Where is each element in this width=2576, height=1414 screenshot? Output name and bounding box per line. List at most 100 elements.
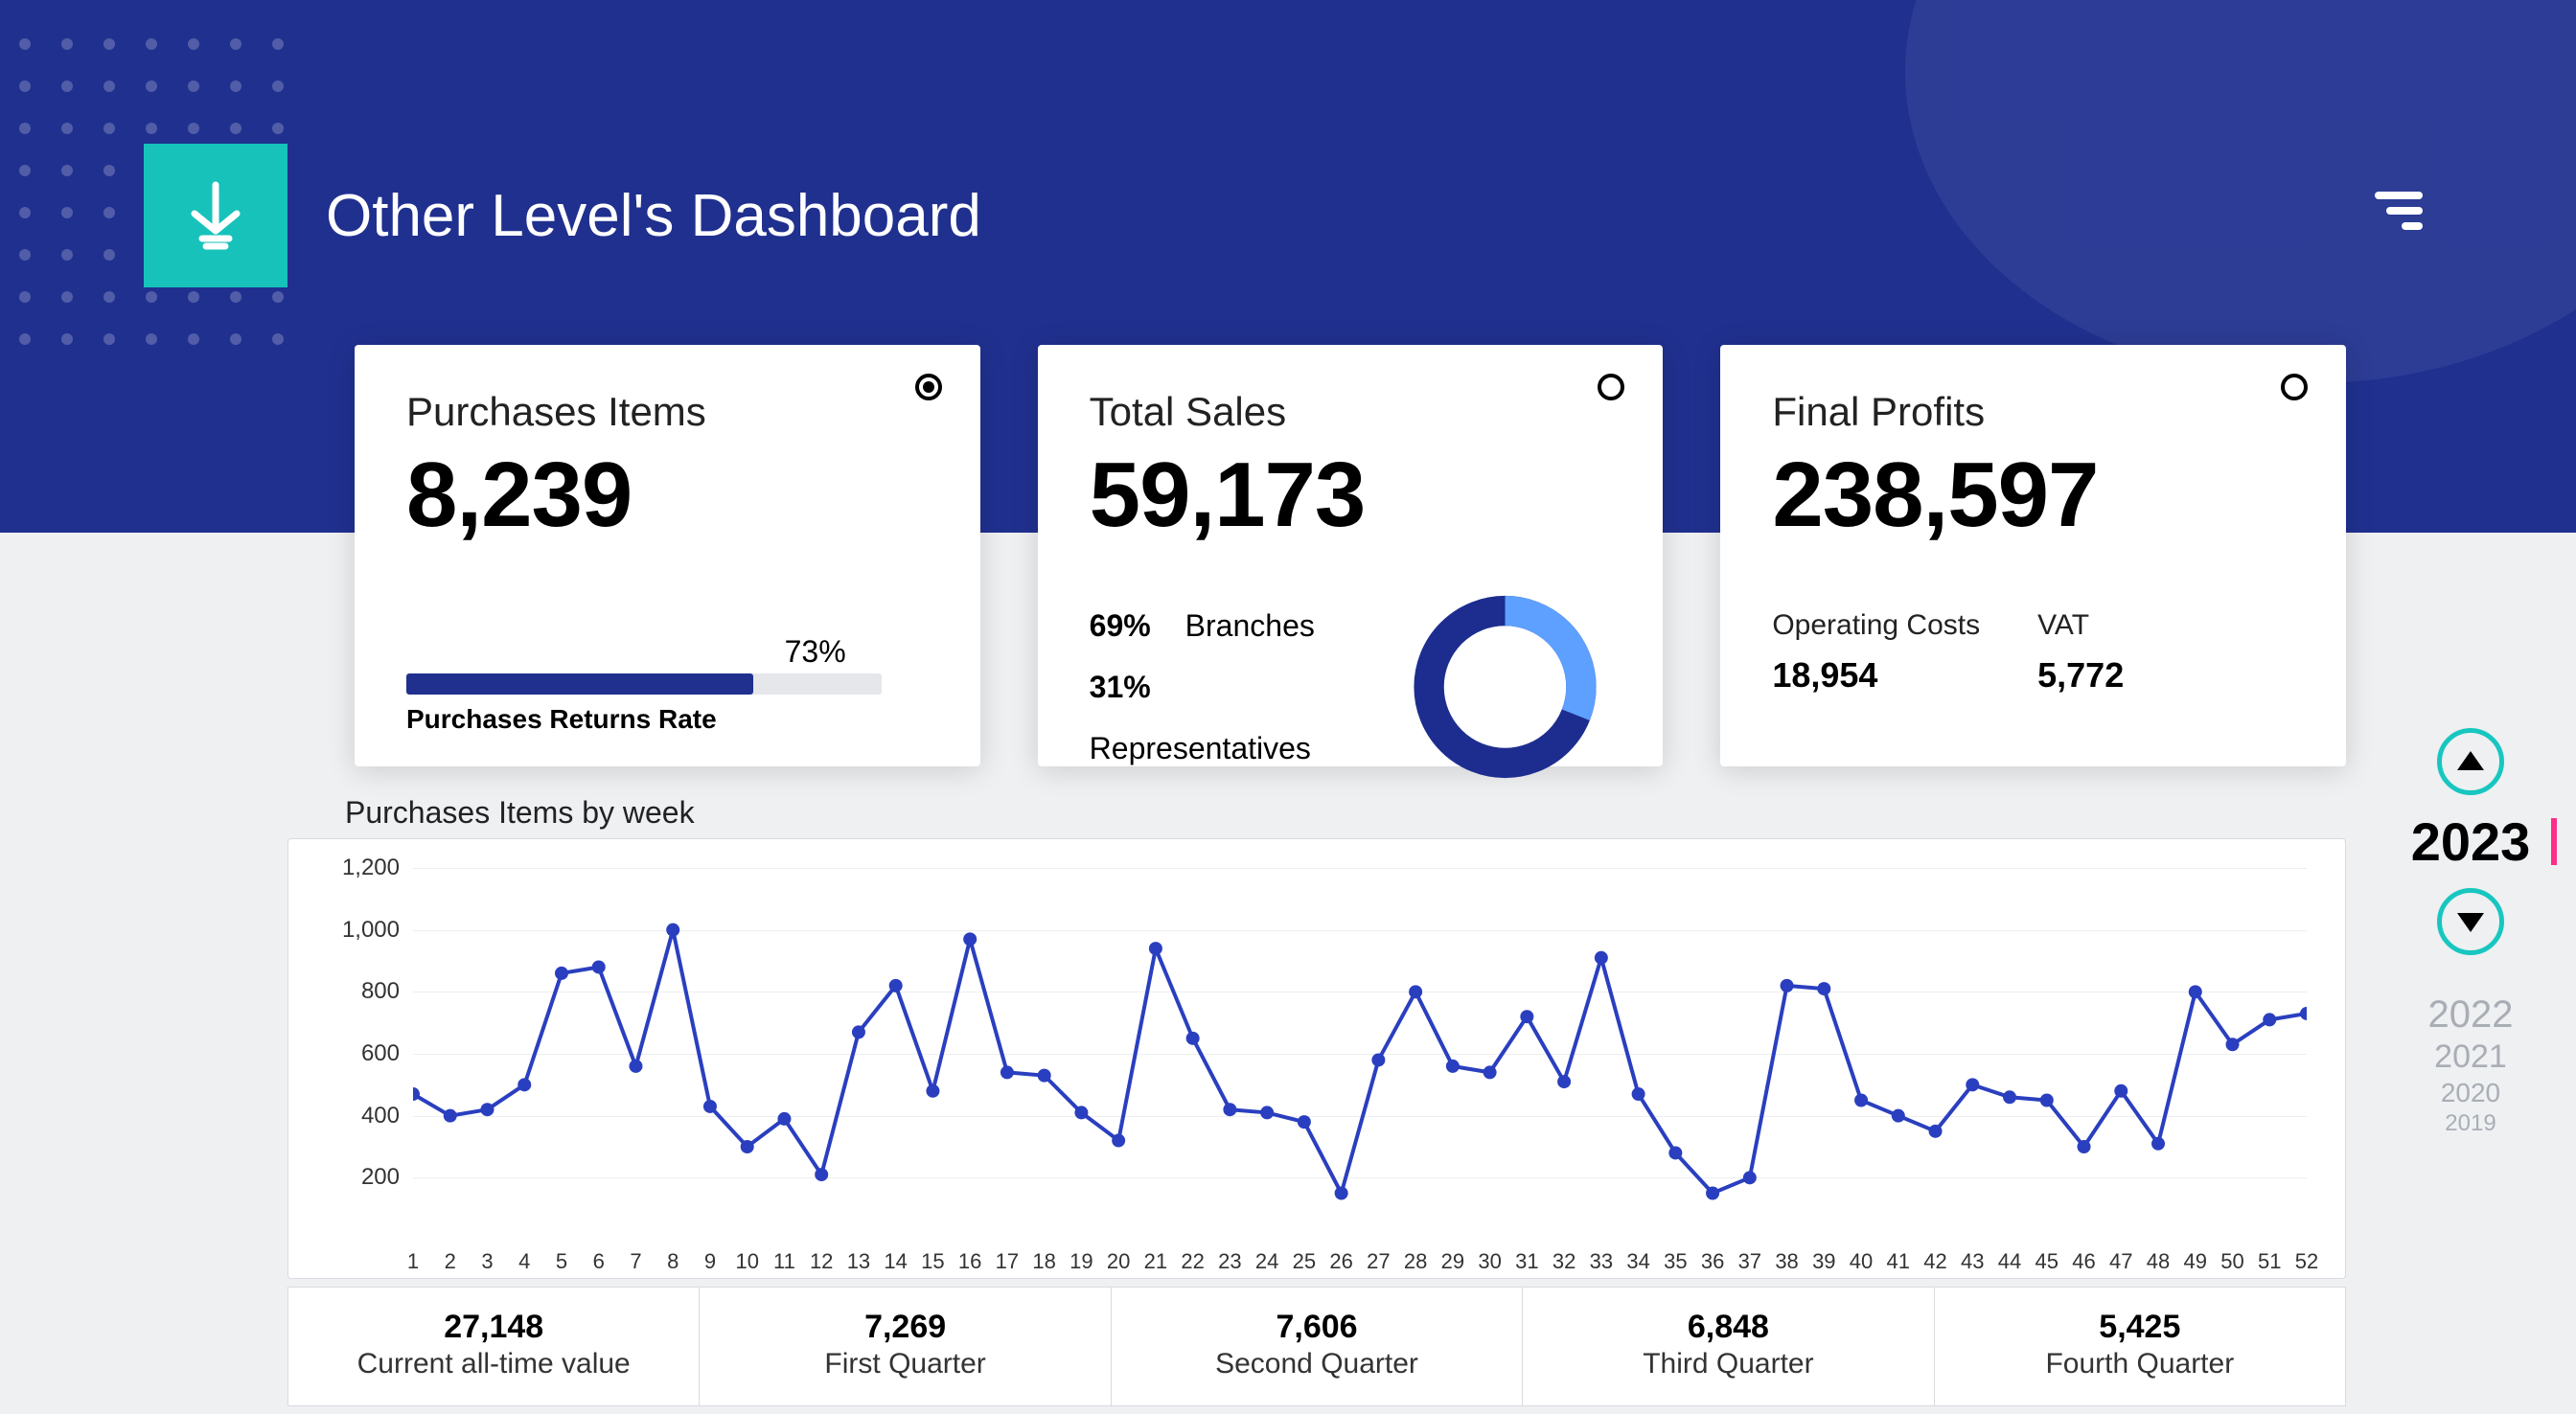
xtick-label: 1 <box>394 1249 432 1274</box>
xtick-label: 2 <box>431 1249 470 1274</box>
header: Other Level's Dashboard <box>144 144 981 287</box>
xtick-label: 11 <box>765 1249 803 1274</box>
xtick-label: 43 <box>1953 1249 1991 1274</box>
summary-cell: 7,606Second Quarter <box>1111 1288 1522 1405</box>
xtick-label: 4 <box>505 1249 543 1274</box>
ytick-label: 600 <box>308 1040 400 1067</box>
xtick-label: 3 <box>468 1249 506 1274</box>
card-value: 238,597 <box>1772 443 2288 548</box>
summary-cell: 5,425Fourth Quarter <box>1934 1288 2345 1405</box>
xtick-label: 30 <box>1471 1249 1509 1274</box>
donut-icon <box>1405 586 1605 787</box>
xtick-label: 6 <box>580 1249 618 1274</box>
xtick-label: 51 <box>2250 1249 2288 1274</box>
xtick-label: 12 <box>802 1249 840 1274</box>
card-value: 59,173 <box>1090 443 1606 548</box>
xtick-label: 25 <box>1285 1249 1323 1274</box>
year-option[interactable]: 2020 <box>2394 1078 2547 1108</box>
summary-cell: 6,848Third Quarter <box>1522 1288 1933 1405</box>
xtick-label: 45 <box>2028 1249 2066 1274</box>
xtick-label: 27 <box>1359 1249 1397 1274</box>
radio-icon[interactable] <box>2281 374 2308 400</box>
xtick-label: 34 <box>1620 1249 1658 1274</box>
xtick-label: 46 <box>2065 1249 2104 1274</box>
year-option[interactable]: 2019 <box>2394 1110 2547 1137</box>
xtick-label: 44 <box>1990 1249 2029 1274</box>
chart-area: 2004006008001,0001,200123456789101112131… <box>288 838 2346 1279</box>
xtick-label: 7 <box>616 1249 655 1274</box>
chart-section: Purchases Items by week 200 400 600 800 1,00… <box>288 795 2346 1406</box>
xtick-label: 37 <box>1731 1249 1769 1274</box>
card-purchases[interactable]: Purchases Items 8,239 73% Purchases Retu… <box>355 345 980 766</box>
xtick-label: 40 <box>1842 1249 1880 1274</box>
xtick-label: 33 <box>1582 1249 1621 1274</box>
xtick-label: 42 <box>1917 1249 1955 1274</box>
ytick-label: 1,200 <box>308 855 400 881</box>
chart-title: Purchases Items by week <box>345 795 2346 831</box>
vat: VAT 5,772 <box>2037 609 2124 696</box>
logo-icon <box>177 177 254 254</box>
xtick-label: 20 <box>1099 1249 1138 1274</box>
summary-cell: 27,148Current all-time value <box>288 1288 699 1405</box>
logo[interactable] <box>144 144 288 287</box>
xtick-label: 49 <box>2176 1249 2215 1274</box>
xtick-label: 22 <box>1174 1249 1212 1274</box>
xtick-label: 23 <box>1210 1249 1249 1274</box>
filter-icon[interactable] <box>2375 192 2423 230</box>
ytick-label: 400 <box>308 1103 400 1129</box>
xtick-label: 50 <box>2214 1249 2252 1274</box>
xtick-label: 16 <box>951 1249 989 1274</box>
xtick-label: 29 <box>1434 1249 1472 1274</box>
card-value: 8,239 <box>406 443 923 548</box>
radio-icon[interactable] <box>1598 374 1624 400</box>
xtick-label: 15 <box>913 1249 952 1274</box>
year-current: 2023 <box>2394 810 2547 873</box>
card-title: Final Profits <box>1772 389 2288 435</box>
xtick-label: 39 <box>1805 1249 1843 1274</box>
page-title: Other Level's Dashboard <box>326 182 981 250</box>
year-down-button[interactable] <box>2437 888 2504 955</box>
xtick-label: 13 <box>840 1249 878 1274</box>
xtick-label: 21 <box>1137 1249 1175 1274</box>
year-list: 2022202120202019 <box>2394 993 2547 1137</box>
xtick-label: 18 <box>1025 1249 1064 1274</box>
xtick-label: 17 <box>988 1249 1026 1274</box>
xtick-label: 32 <box>1545 1249 1583 1274</box>
xtick-label: 10 <box>728 1249 767 1274</box>
caret-down-icon <box>2457 913 2484 932</box>
xtick-label: 52 <box>2288 1249 2326 1274</box>
xtick-label: 47 <box>2102 1249 2140 1274</box>
progress-label: Purchases Returns Rate <box>406 704 923 735</box>
summary-row: 27,148Current all-time value7,269First Q… <box>288 1287 2346 1406</box>
xtick-label: 26 <box>1322 1249 1361 1274</box>
kpi-cards: Purchases Items 8,239 73% Purchases Retu… <box>355 345 2346 766</box>
year-spinner: 2023 2022202120202019 <box>2394 728 2547 1137</box>
line-chart <box>413 868 2307 1240</box>
year-option[interactable]: 2021 <box>2394 1038 2547 1076</box>
xtick-label: 5 <box>542 1249 581 1274</box>
xtick-label: 8 <box>654 1249 692 1274</box>
ytick-label: 1,000 <box>308 917 400 944</box>
xtick-label: 41 <box>1879 1249 1918 1274</box>
progress-fill <box>406 673 753 695</box>
year-option[interactable]: 2022 <box>2394 993 2547 1037</box>
sales-breakdown: 69%Branches 31%Representatives <box>1090 595 1406 779</box>
progress-pct: 73% <box>406 634 846 670</box>
xtick-label: 48 <box>2139 1249 2177 1274</box>
xtick-label: 38 <box>1768 1249 1806 1274</box>
xtick-label: 19 <box>1062 1249 1100 1274</box>
card-title: Total Sales <box>1090 389 1606 435</box>
xtick-label: 9 <box>691 1249 729 1274</box>
ytick-label: 800 <box>308 978 400 1005</box>
ytick-label: 200 <box>308 1164 400 1191</box>
card-profits[interactable]: Final Profits 238,597 Operating Costs 18… <box>1720 345 2346 766</box>
xtick-label: 31 <box>1507 1249 1546 1274</box>
xtick-label: 24 <box>1248 1249 1286 1274</box>
card-sales[interactable]: Total Sales 59,173 69%Branches 31%Repres… <box>1038 345 1664 766</box>
year-up-button[interactable] <box>2437 728 2504 795</box>
caret-up-icon <box>2457 751 2484 770</box>
radio-icon[interactable] <box>915 374 942 400</box>
operating-costs: Operating Costs 18,954 <box>1772 609 1980 696</box>
xtick-label: 28 <box>1396 1249 1435 1274</box>
summary-cell: 7,269First Quarter <box>699 1288 1110 1405</box>
